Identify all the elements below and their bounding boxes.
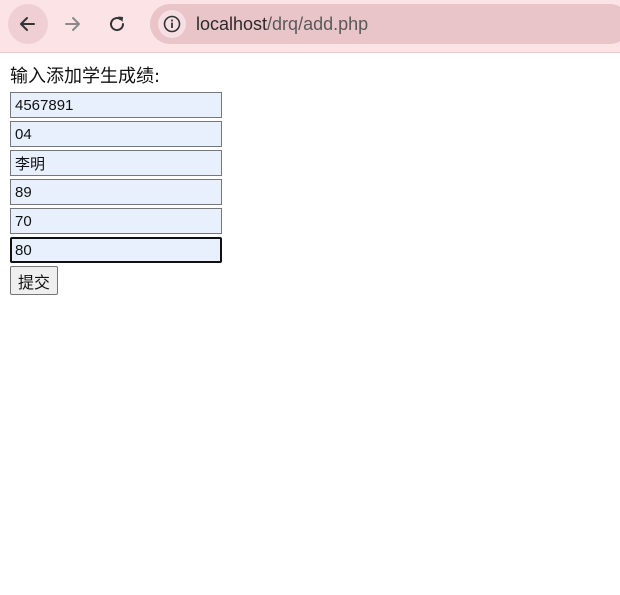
- reload-icon: [110, 16, 125, 32]
- url-path: /drq/add.php: [267, 14, 369, 34]
- site-info-button[interactable]: [158, 10, 186, 38]
- browser-toolbar: localhost/drq/add.php: [0, 0, 620, 53]
- page-content: 输入添加学生成绩: 提交: [10, 66, 222, 295]
- add-score-form: 提交: [10, 92, 222, 295]
- submit-button[interactable]: 提交: [10, 266, 59, 295]
- forward-button[interactable]: [52, 2, 92, 46]
- forward-arrow-icon: [65, 17, 80, 31]
- name-field[interactable]: [10, 150, 222, 176]
- score-field-1[interactable]: [10, 179, 222, 205]
- form-title: 输入添加学生成绩:: [10, 66, 161, 87]
- class-field[interactable]: [10, 121, 222, 147]
- site-info-icon: [163, 15, 181, 33]
- url-text[interactable]: localhost/drq/add.php: [196, 13, 368, 35]
- reload-button[interactable]: [97, 2, 137, 46]
- score-field-3[interactable]: [10, 237, 222, 263]
- score-field-2[interactable]: [10, 208, 222, 234]
- url-host: localhost: [196, 14, 268, 34]
- back-arrow-icon: [20, 17, 35, 31]
- student-id-field[interactable]: [10, 92, 222, 118]
- address-bar[interactable]: localhost/drq/add.php: [150, 4, 620, 44]
- back-button[interactable]: [8, 4, 48, 44]
